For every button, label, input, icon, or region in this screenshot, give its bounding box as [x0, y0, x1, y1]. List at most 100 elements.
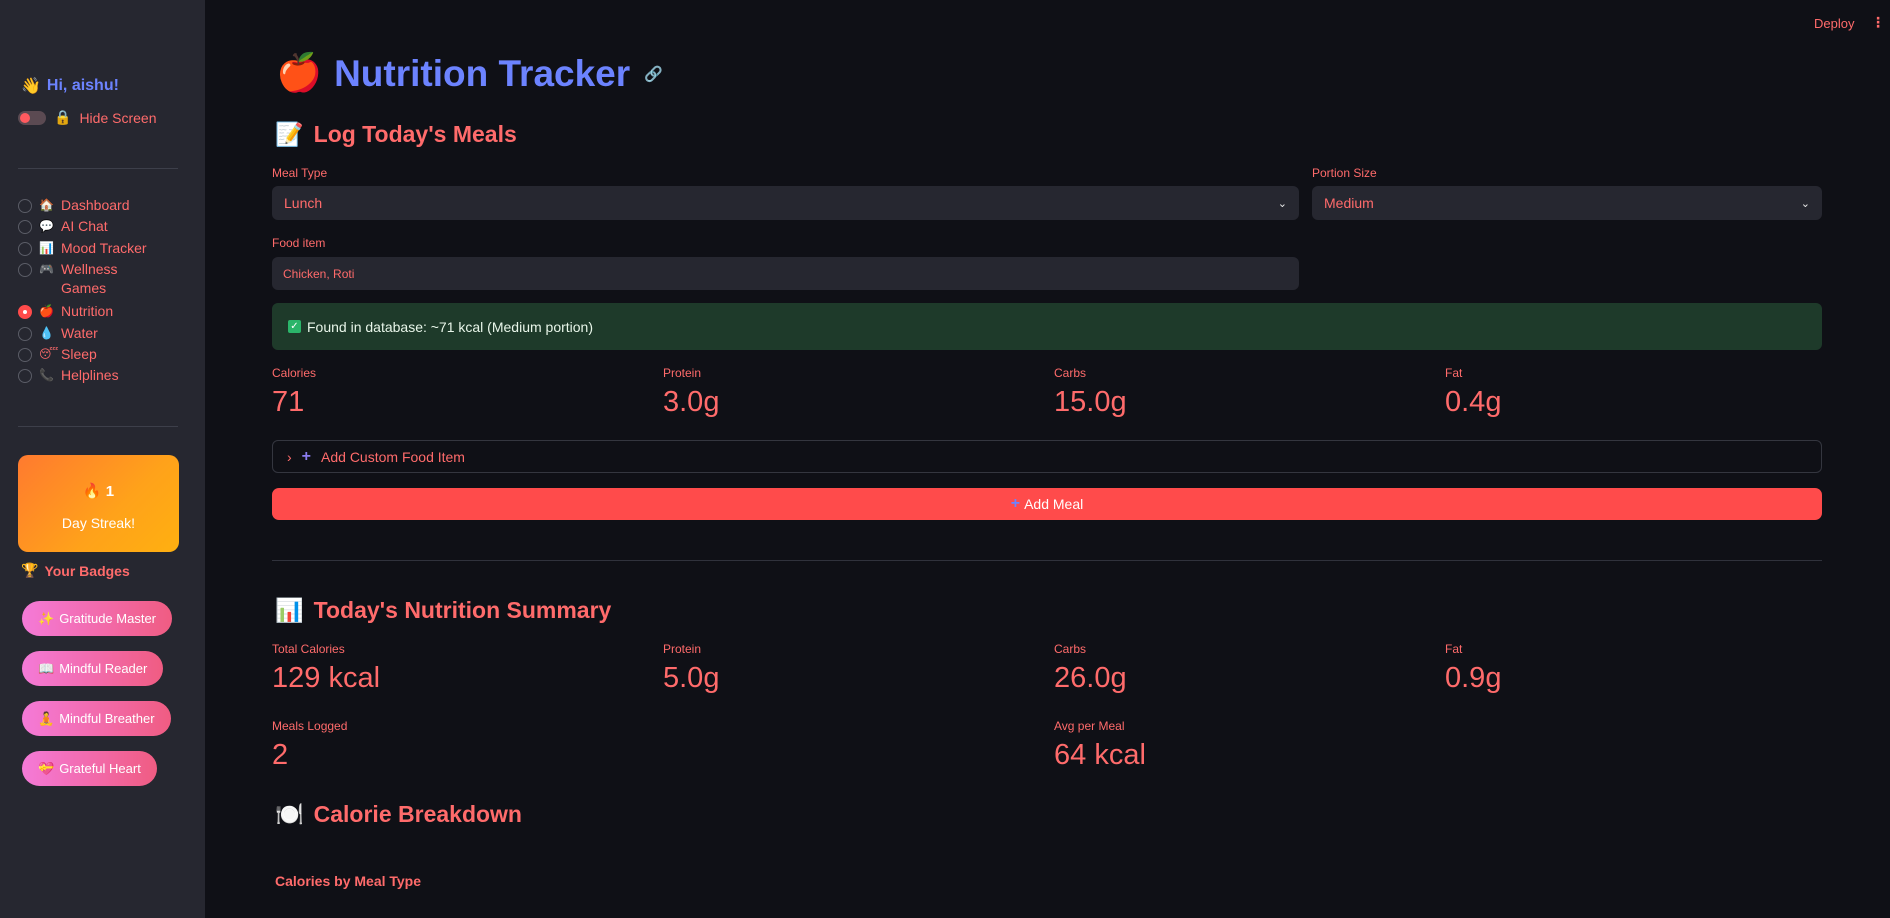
metric-carbs-value: 15.0g [1054, 386, 1127, 418]
food-item-input[interactable]: Chicken, Roti [272, 257, 1299, 290]
radio-button[interactable] [18, 369, 32, 384]
streak-card: 🔥 1 Day Streak! [18, 455, 179, 552]
radio-button[interactable] [18, 220, 32, 235]
portion-size-select[interactable]: Medium ⌄ [1312, 186, 1822, 220]
radio-button[interactable] [18, 263, 32, 278]
nav-item-nutrition[interactable]: 🍎 Nutrition [18, 302, 198, 323]
hide-screen-toggle[interactable] [18, 110, 46, 125]
sparkles-icon: ✨ [38, 610, 55, 626]
badge-mindful-reader: 📖 Mindful Reader [22, 651, 164, 686]
meditation-icon: 🧘 [38, 710, 55, 726]
portion-size-label: Portion Size [1312, 166, 1377, 180]
nav-item-ai-chat[interactable]: 💬 AI Chat [18, 217, 198, 238]
radio-button[interactable] [18, 241, 32, 256]
page-title-text: Nutrition Tracker [334, 52, 631, 94]
more-menu-icon[interactable]: ⋮ [1871, 14, 1885, 31]
add-meal-button[interactable]: + Add Meal [272, 488, 1822, 520]
chart-title: Calories by Meal Type [275, 873, 422, 889]
hide-screen-toggle-row[interactable]: 🔒 Hide Screen [18, 109, 156, 126]
deploy-button[interactable]: Deploy [1814, 16, 1854, 31]
streak-value: 1 [105, 483, 115, 500]
nav-item-mood-tracker[interactable]: 📊 Mood Tracker [18, 239, 198, 260]
plus-icon: + [301, 447, 312, 465]
house-icon: 🏠 [39, 198, 54, 212]
summary-fat-value: 0.9g [1445, 662, 1502, 694]
nav-item-wellness-games[interactable]: 🎮 Wellness Games [18, 260, 198, 302]
meal-type-select[interactable]: Lunch ⌄ [272, 186, 1299, 220]
badge-mindful-breather: 🧘 Mindful Breather [22, 701, 171, 736]
metric-fat-value: 0.4g [1445, 386, 1502, 418]
metric-carbs-label: Carbs [1054, 366, 1087, 380]
log-meals-title: Log Today's Meals [313, 121, 517, 147]
badge-grateful-heart: 💝 Grateful Heart [22, 751, 157, 786]
lock-icon: 🔒 [54, 109, 72, 125]
summary-protein-value: 5.0g [663, 662, 720, 694]
badge-gratitude-master: ✨ Gratitude Master [22, 601, 173, 636]
badges-heading: 🏆 Your Badges [21, 562, 130, 579]
nav-label: Dashboard [61, 197, 130, 213]
metric-fat-label: Fat [1445, 366, 1463, 380]
meals-logged-label: Meals Logged [272, 719, 348, 733]
meal-type-label: Meal Type [272, 166, 328, 180]
radio-button[interactable] [18, 326, 32, 341]
section-divider [272, 560, 1822, 561]
nav-label: Wellness Games [61, 261, 118, 297]
droplet-icon: 💧 [39, 325, 54, 340]
nav-label: Water [61, 324, 98, 341]
memo-icon: 📝 [275, 121, 304, 147]
metric-protein-label: Protein [663, 366, 702, 380]
portion-size-value: Medium [1324, 195, 1374, 211]
summary-total-calories-value: 129 kcal [272, 662, 381, 694]
streak-label: Day Streak! [61, 515, 136, 531]
metric-protein-value: 3.0g [663, 386, 720, 418]
summary-title: Today's Nutrition Summary [313, 597, 612, 623]
nav-item-water[interactable]: 💧 Water [18, 324, 198, 345]
nav-label: Helplines [61, 367, 119, 384]
sidebar-divider [18, 426, 178, 427]
anchor-link-icon[interactable]: 🔗 [644, 65, 663, 83]
add-meal-label: Add Meal [1024, 496, 1084, 512]
metric-calories-label: Calories [272, 366, 317, 380]
add-custom-food-label: Add Custom Food Item [321, 448, 465, 465]
chevron-down-icon: ⌄ [1277, 197, 1287, 210]
radio-button[interactable] [18, 347, 32, 362]
summary-carbs-value: 26.0g [1054, 662, 1127, 694]
calorie-breakdown-title: Calorie Breakdown [313, 801, 522, 827]
plate-icon: 🍽️ [275, 801, 304, 827]
summary-carbs-label: Carbs [1054, 642, 1087, 656]
meal-type-value: Lunch [284, 195, 323, 211]
apple-icon: 🍎 [276, 52, 323, 93]
book-icon: 📖 [38, 660, 55, 676]
meals-logged-value: 2 [272, 739, 289, 771]
plus-icon: + [1010, 495, 1021, 512]
telephone-icon: 📞 [39, 368, 54, 383]
metric-calories-value: 71 [272, 386, 305, 418]
fire-icon: 🔥 [82, 483, 102, 500]
nav-label: Sleep [61, 345, 97, 362]
found-in-database-alert: ✓ Found in database: ~71 kcal (Medium po… [272, 303, 1822, 350]
radio-button-selected[interactable] [18, 305, 32, 320]
nav-label: Nutrition [61, 303, 114, 320]
nav-item-helplines[interactable]: 📞 Helplines [18, 366, 198, 387]
badge-label: Mindful Reader [59, 661, 148, 676]
nav-label: AI Chat [61, 218, 108, 235]
found-message: Found in database: ~71 kcal (Medium port… [307, 318, 593, 335]
badge-label: Gratitude Master [59, 611, 157, 626]
nav-item-dashboard[interactable]: 🏠 Dashboard [18, 196, 198, 217]
chevron-right-icon: › [287, 448, 292, 465]
nav-label: Mood Tracker [61, 239, 147, 256]
add-custom-food-expander[interactable]: › + Add Custom Food Item [272, 440, 1822, 473]
avg-per-meal-value: 64 kcal [1054, 739, 1146, 771]
food-item-label: Food item [272, 236, 326, 250]
badge-label: Mindful Breather [59, 711, 155, 726]
streak-value-row: 🔥 1 [18, 482, 179, 500]
summary-heading: 📊 Today's Nutrition Summary [275, 597, 611, 624]
nav-item-sleep[interactable]: 😴 Sleep [18, 345, 198, 366]
radio-button[interactable] [18, 199, 32, 213]
bar-chart-icon: 📊 [275, 597, 304, 623]
summary-protein-label: Protein [663, 642, 702, 656]
greeting-text: Hi, aishu! [46, 77, 119, 94]
badge-label: Grateful Heart [59, 761, 141, 776]
greeting: 👋 Hi, aishu! [21, 76, 119, 96]
trophy-icon: 🏆 [21, 562, 39, 578]
